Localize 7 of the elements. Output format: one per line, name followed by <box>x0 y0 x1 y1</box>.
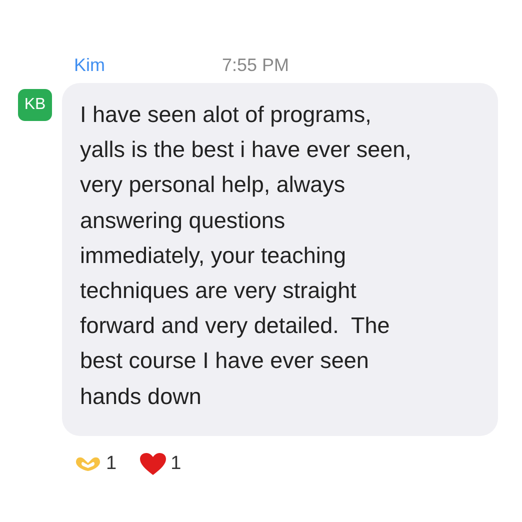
reaction-button[interactable]: 1 <box>74 450 117 478</box>
sender-name: Kim <box>74 54 106 77</box>
reaction-button[interactable]: 1 <box>138 450 182 478</box>
message-text: I have seen alot of programs, yalls is the best i have ever seen, very personal help, always answering questions immediately, your teaching techniques are very straight forward and very detailed. The best course I have ever seen hands down <box>80 101 412 411</box>
heart-icon <box>138 452 167 476</box>
avatar: KB <box>18 89 52 121</box>
timestamp: 7:55 PM <box>222 54 290 77</box>
